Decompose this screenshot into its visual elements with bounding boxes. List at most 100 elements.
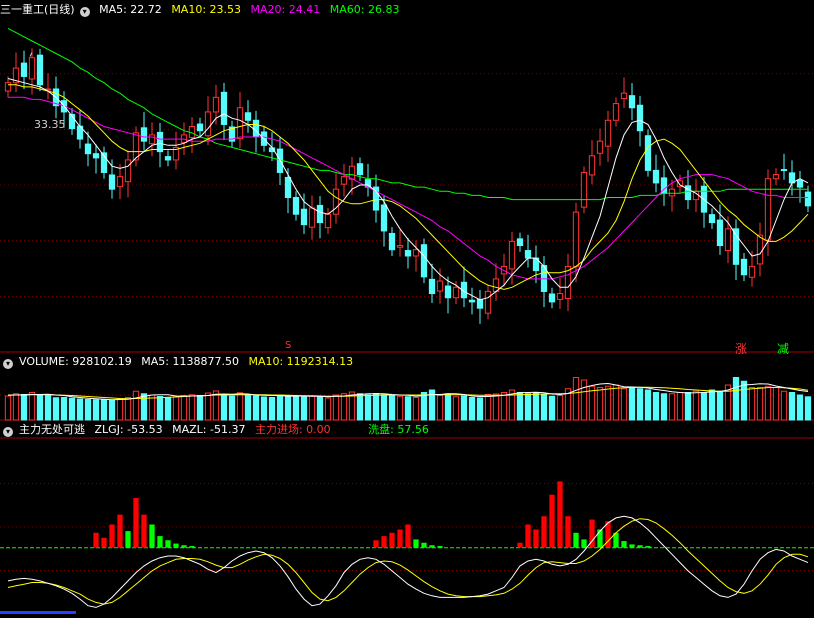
- volume-bar: [364, 394, 372, 421]
- volume-bar: [572, 377, 580, 421]
- volume-bar: [548, 395, 556, 421]
- candle-body: [468, 299, 476, 303]
- volume-bar: [172, 396, 180, 421]
- chevron-down-icon[interactable]: ▾: [3, 359, 13, 369]
- candle-body: [92, 153, 100, 159]
- candle-body: [772, 174, 780, 180]
- volume-bar: [500, 392, 508, 421]
- candle-body: [380, 204, 388, 232]
- candle-body: [324, 213, 332, 229]
- wash-bar: [397, 529, 403, 548]
- candle-body: [108, 174, 116, 190]
- volume-bar: [92, 399, 100, 421]
- wash-value: 洗盘: 57.56: [368, 423, 429, 436]
- volume-bar: [196, 395, 204, 421]
- volume-value: VOLUME: 928102.19: [19, 355, 132, 368]
- candle-body: [620, 92, 628, 100]
- volume-bar: [676, 392, 684, 421]
- candle-body: [756, 234, 764, 265]
- wash-bar: [141, 514, 147, 548]
- volume-bar: [52, 397, 60, 421]
- candle-body: [796, 179, 804, 188]
- candle-body: [588, 155, 596, 176]
- volume-bar: [148, 394, 156, 421]
- volume-bar: [492, 393, 500, 421]
- volume-bar: [396, 395, 404, 421]
- volume-bar: [276, 394, 284, 421]
- candle-body: [316, 204, 324, 224]
- volume-bar: [260, 396, 268, 421]
- wash-bar: [125, 531, 131, 548]
- candle-body: [476, 298, 484, 309]
- volume-bar: [116, 398, 124, 421]
- volume-bar: [316, 396, 324, 421]
- wash-bar: [109, 524, 115, 548]
- volume-bar: [28, 392, 36, 421]
- volume-bar: [516, 392, 524, 421]
- volume-bar: [372, 393, 380, 421]
- volume-bar: [12, 393, 20, 421]
- candle-body: [420, 244, 428, 278]
- volume-bar: [660, 393, 668, 421]
- chevron-down-icon[interactable]: ▾: [79, 7, 90, 17]
- candle-body: [388, 232, 396, 251]
- candle-body: [748, 265, 756, 278]
- volume-header: ▾ VOLUME: 928102.19 MA5: 1138877.50 MA10:…: [0, 354, 359, 370]
- chevron-down-icon[interactable]: ▾: [3, 427, 13, 437]
- volume-bar: [532, 392, 540, 421]
- wash-bar: [557, 481, 563, 548]
- volume-bar: [388, 395, 396, 421]
- volume-bar: [788, 392, 796, 421]
- volume-bar: [604, 385, 612, 421]
- candle-body: [396, 245, 404, 248]
- candle-body: [556, 293, 564, 300]
- volume-bar: [804, 396, 812, 421]
- volume-bar: [100, 399, 108, 421]
- volume-bar: [308, 395, 316, 421]
- chart-stage[interactable]: [0, 0, 814, 614]
- wash-bar: [597, 529, 603, 548]
- candle-body: [284, 176, 292, 199]
- candle-body: [636, 104, 644, 132]
- volume-bar: [68, 397, 76, 421]
- volume-bar: [188, 394, 196, 421]
- volume-bar: [716, 390, 724, 421]
- candle-body: [724, 228, 732, 252]
- candle-body: [204, 111, 212, 137]
- candle-body: [116, 176, 124, 188]
- high-price-label: 33.35: [34, 118, 66, 131]
- candle-body: [148, 134, 156, 145]
- volume-bar: [356, 393, 364, 421]
- volume-bar: [412, 397, 420, 421]
- ma20-value: MA20: 24.41: [250, 3, 321, 16]
- volume-bar: [44, 394, 52, 421]
- volume-bar: [204, 392, 212, 421]
- volume-bar: [132, 390, 140, 421]
- wash-bar: [133, 498, 139, 548]
- main-header: 三一重工(日线) ▾ MA5: 22.72 MA10: 23.53 MA20: 2…: [0, 2, 405, 18]
- chart-canvas[interactable]: [0, 0, 814, 614]
- candle-body: [428, 278, 436, 295]
- volume-bar: [540, 394, 548, 421]
- candle-body: [220, 91, 228, 125]
- volume-bar: [708, 389, 716, 421]
- candle-body: [356, 163, 364, 176]
- candle-body: [300, 208, 308, 226]
- volume-bar: [84, 399, 92, 421]
- volume-bar: [668, 393, 676, 421]
- candle-body: [196, 123, 204, 132]
- volume-bar: [748, 387, 756, 421]
- signal-s-label: S: [285, 340, 292, 351]
- volume-bar: [404, 396, 412, 421]
- volume-bar: [76, 398, 84, 421]
- volume-bar: [436, 395, 444, 421]
- volume-bar: [700, 392, 708, 421]
- volume-bar: [580, 379, 588, 421]
- candle-body: [404, 250, 412, 257]
- volume-bar: [772, 387, 780, 421]
- volume-bar: [468, 397, 476, 421]
- indicator-name: 主力无处可逃: [19, 423, 85, 436]
- candle-body: [652, 169, 660, 184]
- signal-up-label: 涨: [735, 342, 748, 356]
- wash-bar: [413, 539, 419, 548]
